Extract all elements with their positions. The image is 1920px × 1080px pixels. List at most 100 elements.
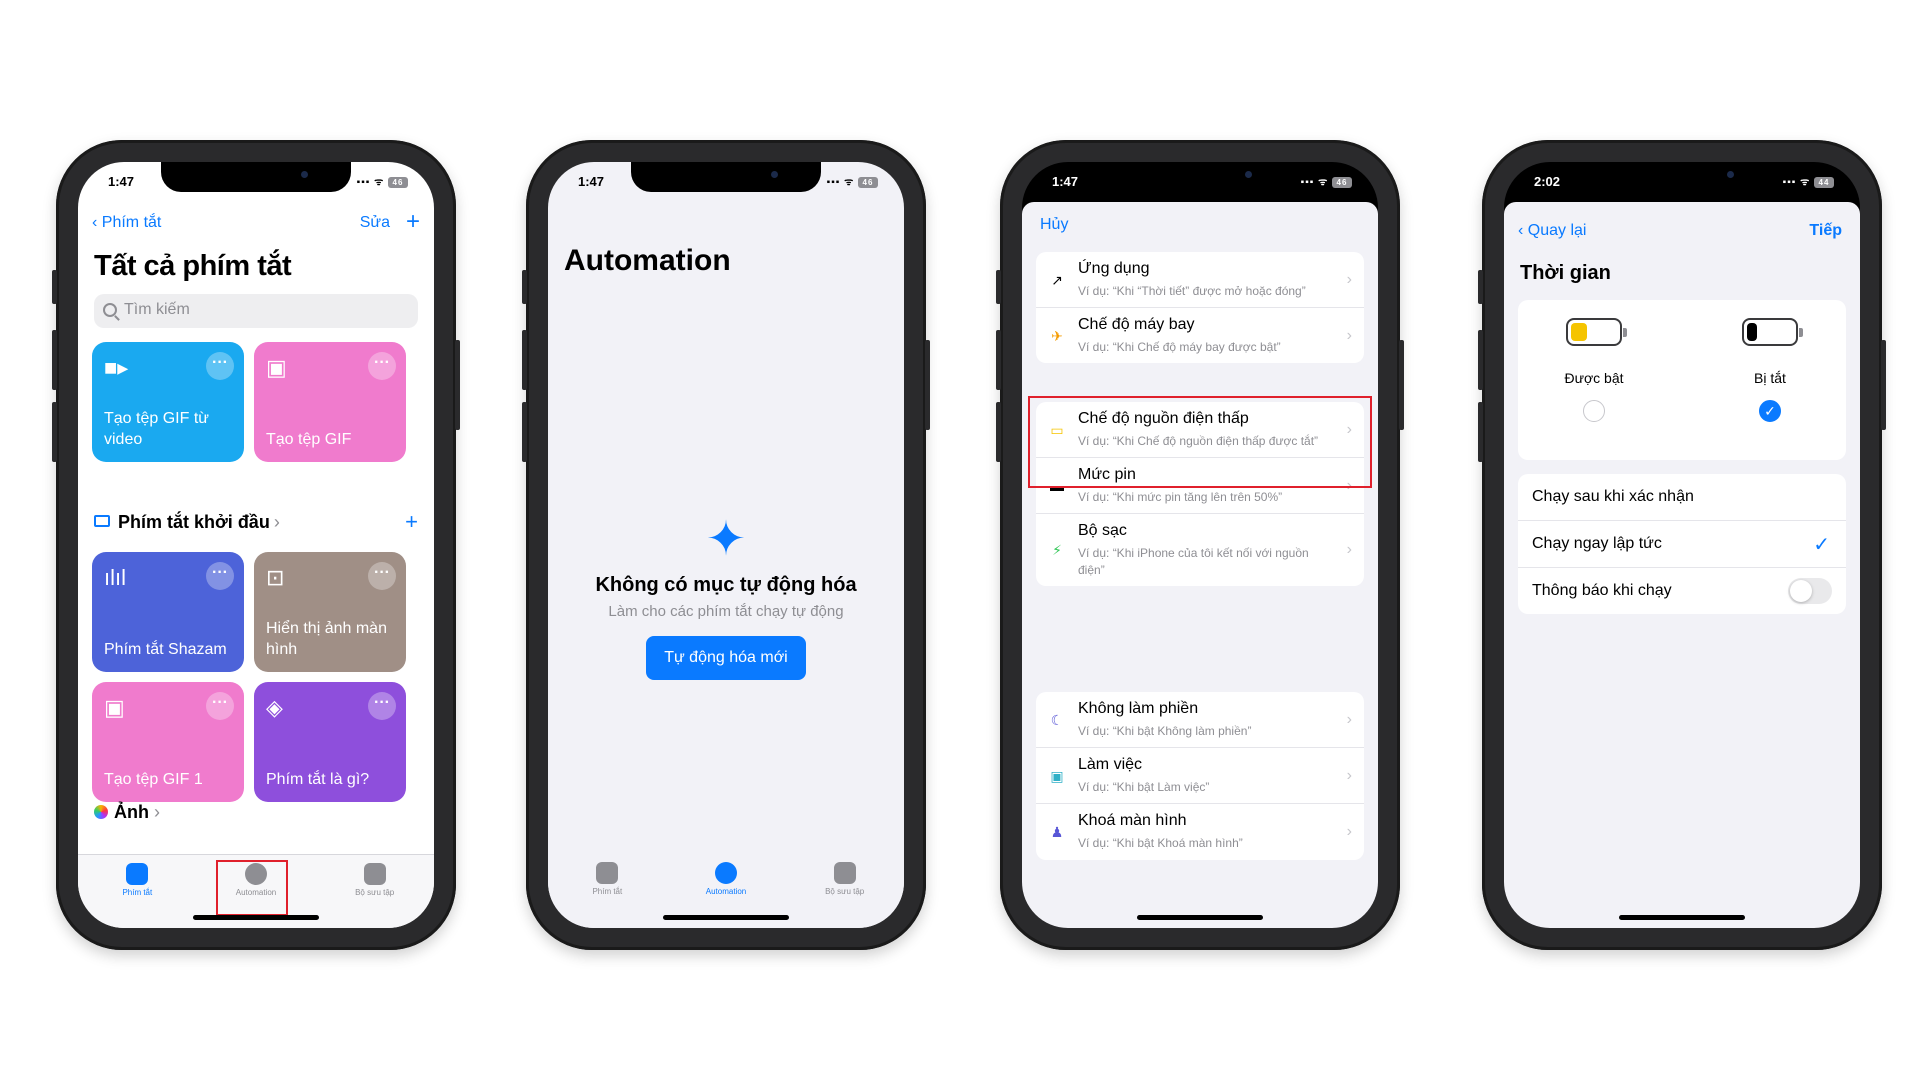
search-input[interactable]: Tìm kiếm xyxy=(94,294,418,328)
back-button[interactable]: ‹ Quay lại xyxy=(1518,222,1586,240)
photos-icon: ▣ xyxy=(104,695,125,720)
row-subtitle: Ví dụ: “Khi bật Khoá màn hình” xyxy=(1078,836,1243,851)
more-icon[interactable]: ··· xyxy=(206,692,234,720)
photos-section-header[interactable]: Ảnh › xyxy=(94,802,160,823)
shortcut-card-what-is[interactable]: ◈ ··· Phím tắt là gì? xyxy=(254,682,406,802)
status-icons: ▪▪▪ ᯤ 46 xyxy=(827,174,878,188)
more-icon[interactable]: ··· xyxy=(368,352,396,380)
status-bar: 1:47 ▪▪▪ ᯤ 46 xyxy=(548,162,904,200)
new-automation-button[interactable]: Tự động hóa mới xyxy=(646,636,806,680)
trigger-airplane-mode[interactable]: ✈ Chế độ máy bay Ví dụ: “Khi Chế độ máy … xyxy=(1036,308,1364,363)
search-icon xyxy=(103,303,117,317)
section-label: Phím tắt khởi đầu xyxy=(118,512,270,532)
shortcut-card-gif-1[interactable]: ▣ ··· Tạo tệp GIF 1 xyxy=(92,682,244,802)
screen: 1:47 ▪▪▪ ᯤ 46 Automation ✦ Không có mục … xyxy=(548,162,904,928)
tab-gallery[interactable]: Bộ sưu tập xyxy=(315,855,434,928)
page-title: Tất cả phím tắt xyxy=(94,250,292,282)
battery-yellow-icon xyxy=(1566,318,1627,346)
tab-label: Bộ sưu tập xyxy=(355,888,395,897)
more-icon[interactable]: ··· xyxy=(206,352,234,380)
trigger-app[interactable]: ↗ Ứng dụng Ví dụ: “Khi “Thời tiết” được … xyxy=(1036,252,1364,309)
card-label: Phím tắt là gì? xyxy=(266,770,370,788)
screen: 1:47 ▪▪▪ ᯤ 46 ‹ Phím tắt Sửa + Tất cả ph… xyxy=(78,162,434,928)
more-icon[interactable]: ··· xyxy=(368,562,396,590)
shortcut-card-screenshot[interactable]: ⊡ ··· Hiển thị ảnh màn hình xyxy=(254,552,406,672)
chevron-right-icon: › xyxy=(273,512,280,532)
moon-icon: ☾ xyxy=(1050,711,1064,728)
airplane-icon: ✈ xyxy=(1051,327,1063,344)
tab-shortcuts[interactable]: Phím tắt xyxy=(548,854,667,928)
row-subtitle: Ví dụ: “Khi Chế độ máy bay được bật” xyxy=(1078,340,1281,355)
chevron-right-icon: › xyxy=(1346,822,1352,840)
option-notify-when-run[interactable]: Thông báo khi chạy xyxy=(1518,568,1846,614)
phone-trigger-list: 1:47 ▪▪▪ ᯤ 46 Hủy ↗ Ứng dụng Ví dụ: “Khi… xyxy=(996,140,1404,950)
trigger-work[interactable]: ▣ Làm việc Ví dụ: “Khi bật Làm việc” › xyxy=(1036,748,1364,805)
status-icons: ▪▪▪ ᯤ 44 xyxy=(1783,174,1834,188)
back-label: Quay lại xyxy=(1527,222,1587,239)
radio-checked-icon[interactable]: ✓ xyxy=(1759,400,1781,422)
next-button[interactable]: Tiếp xyxy=(1809,222,1842,240)
app-arrow-icon: ↗ xyxy=(1051,271,1063,288)
stack-icon xyxy=(126,863,149,885)
row-title: Khoá màn hình xyxy=(1078,812,1187,830)
choice-turned-off[interactable]: Bị tắt ✓ xyxy=(1710,318,1830,422)
empty-subtitle: Làm cho các phím tắt chạy tự động xyxy=(608,603,844,620)
status-icons: ▪▪▪ ᯤ 46 xyxy=(1301,174,1352,188)
more-icon[interactable]: ··· xyxy=(368,692,396,720)
chevron-left-icon: ‹ xyxy=(1518,222,1528,239)
row-title: Ứng dụng xyxy=(1078,260,1150,277)
chevron-right-icon: › xyxy=(1346,541,1352,559)
signal-icon: ▪▪▪ ᯤ xyxy=(1782,177,1811,188)
chevron-right-icon: › xyxy=(1346,326,1352,344)
notify-toggle[interactable] xyxy=(1788,578,1832,604)
edit-button[interactable]: Sửa xyxy=(360,214,390,232)
signal-icon: ▪▪▪ ᯤ xyxy=(1300,177,1329,188)
tab-gallery[interactable]: Bộ sưu tập xyxy=(785,854,904,928)
more-icon[interactable]: ··· xyxy=(206,562,234,590)
folder-icon xyxy=(94,515,110,527)
stack-icon xyxy=(596,862,619,884)
choice-turned-on[interactable]: Được bật xyxy=(1534,318,1654,422)
row-subtitle: Ví dụ: “Khi iPhone của tôi kết nối với n… xyxy=(1078,546,1309,577)
shortcut-card-shazam[interactable]: ılıl ··· Phím tắt Shazam xyxy=(92,552,244,672)
status-bar: 1:47 ▪▪▪ ᯤ 46 xyxy=(78,162,434,200)
shortcut-card-gif-from-video[interactable]: ■▸ ··· Tạo tệp GIF từ video xyxy=(92,342,244,462)
home-indicator xyxy=(663,915,789,920)
page-title: Automation xyxy=(564,244,731,277)
gallery-icon xyxy=(833,862,856,884)
highlight-low-power-row xyxy=(1028,396,1372,488)
trigger-lock-screen[interactable]: ♟ Khoá màn hình Ví dụ: “Khi bật Khoá màn… xyxy=(1036,804,1364,859)
empty-title: Không có mục tự động hóa xyxy=(595,574,857,596)
chevron-right-icon: › xyxy=(1346,710,1352,728)
tab-shortcuts[interactable]: Phím tắt xyxy=(78,855,197,928)
cancel-button[interactable]: Hủy xyxy=(1040,216,1068,234)
tab-label: Phím tắt xyxy=(592,887,623,896)
gallery-icon xyxy=(363,863,386,885)
shortcuts-icon: ◈ xyxy=(266,695,283,720)
row-title: Làm việc xyxy=(1078,756,1143,774)
row-title: Chế độ máy bay xyxy=(1078,316,1195,334)
search-placeholder: Tìm kiếm xyxy=(124,301,190,318)
battery-icon: 46 xyxy=(1332,176,1352,188)
option-label: Chạy ngay lập tức xyxy=(1532,535,1662,552)
tab-label: Automation xyxy=(705,887,747,896)
trigger-group-apps: ↗ Ứng dụng Ví dụ: “Khi “Thời tiết” được … xyxy=(1036,252,1364,364)
starter-shortcuts-header[interactable]: Phím tắt khởi đầu › + xyxy=(94,509,418,535)
add-icon[interactable]: + xyxy=(405,509,418,535)
choice-label: Được bật xyxy=(1564,370,1624,386)
shortcut-card-gif[interactable]: ▣ ··· Tạo tệp GIF xyxy=(254,342,406,462)
option-run-immediately[interactable]: Chạy ngay lập tức ✓ xyxy=(1518,521,1846,568)
sparkle-icon: ✦ xyxy=(705,513,747,566)
option-run-after-confirm[interactable]: Chạy sau khi xác nhận xyxy=(1518,474,1846,521)
battery-icon: 46 xyxy=(858,176,878,188)
trigger-charger[interactable]: ⚡ Bộ sạc Ví dụ: “Khi iPhone của tôi kết … xyxy=(1036,514,1364,585)
status-time: 2:02 xyxy=(1534,174,1561,189)
photos-icon: ▣ xyxy=(266,355,287,380)
person-icon: ♟ xyxy=(1050,823,1064,840)
chevron-right-icon: › xyxy=(149,802,160,822)
plus-icon[interactable]: + xyxy=(406,208,420,236)
trigger-do-not-disturb[interactable]: ☾ Không làm phiền Ví dụ: “Khi bật Không … xyxy=(1036,692,1364,749)
back-button[interactable]: ‹ Phím tắt xyxy=(92,214,161,232)
screenshot-icon: ⊡ xyxy=(266,565,285,590)
radio-off-icon[interactable] xyxy=(1583,400,1605,422)
